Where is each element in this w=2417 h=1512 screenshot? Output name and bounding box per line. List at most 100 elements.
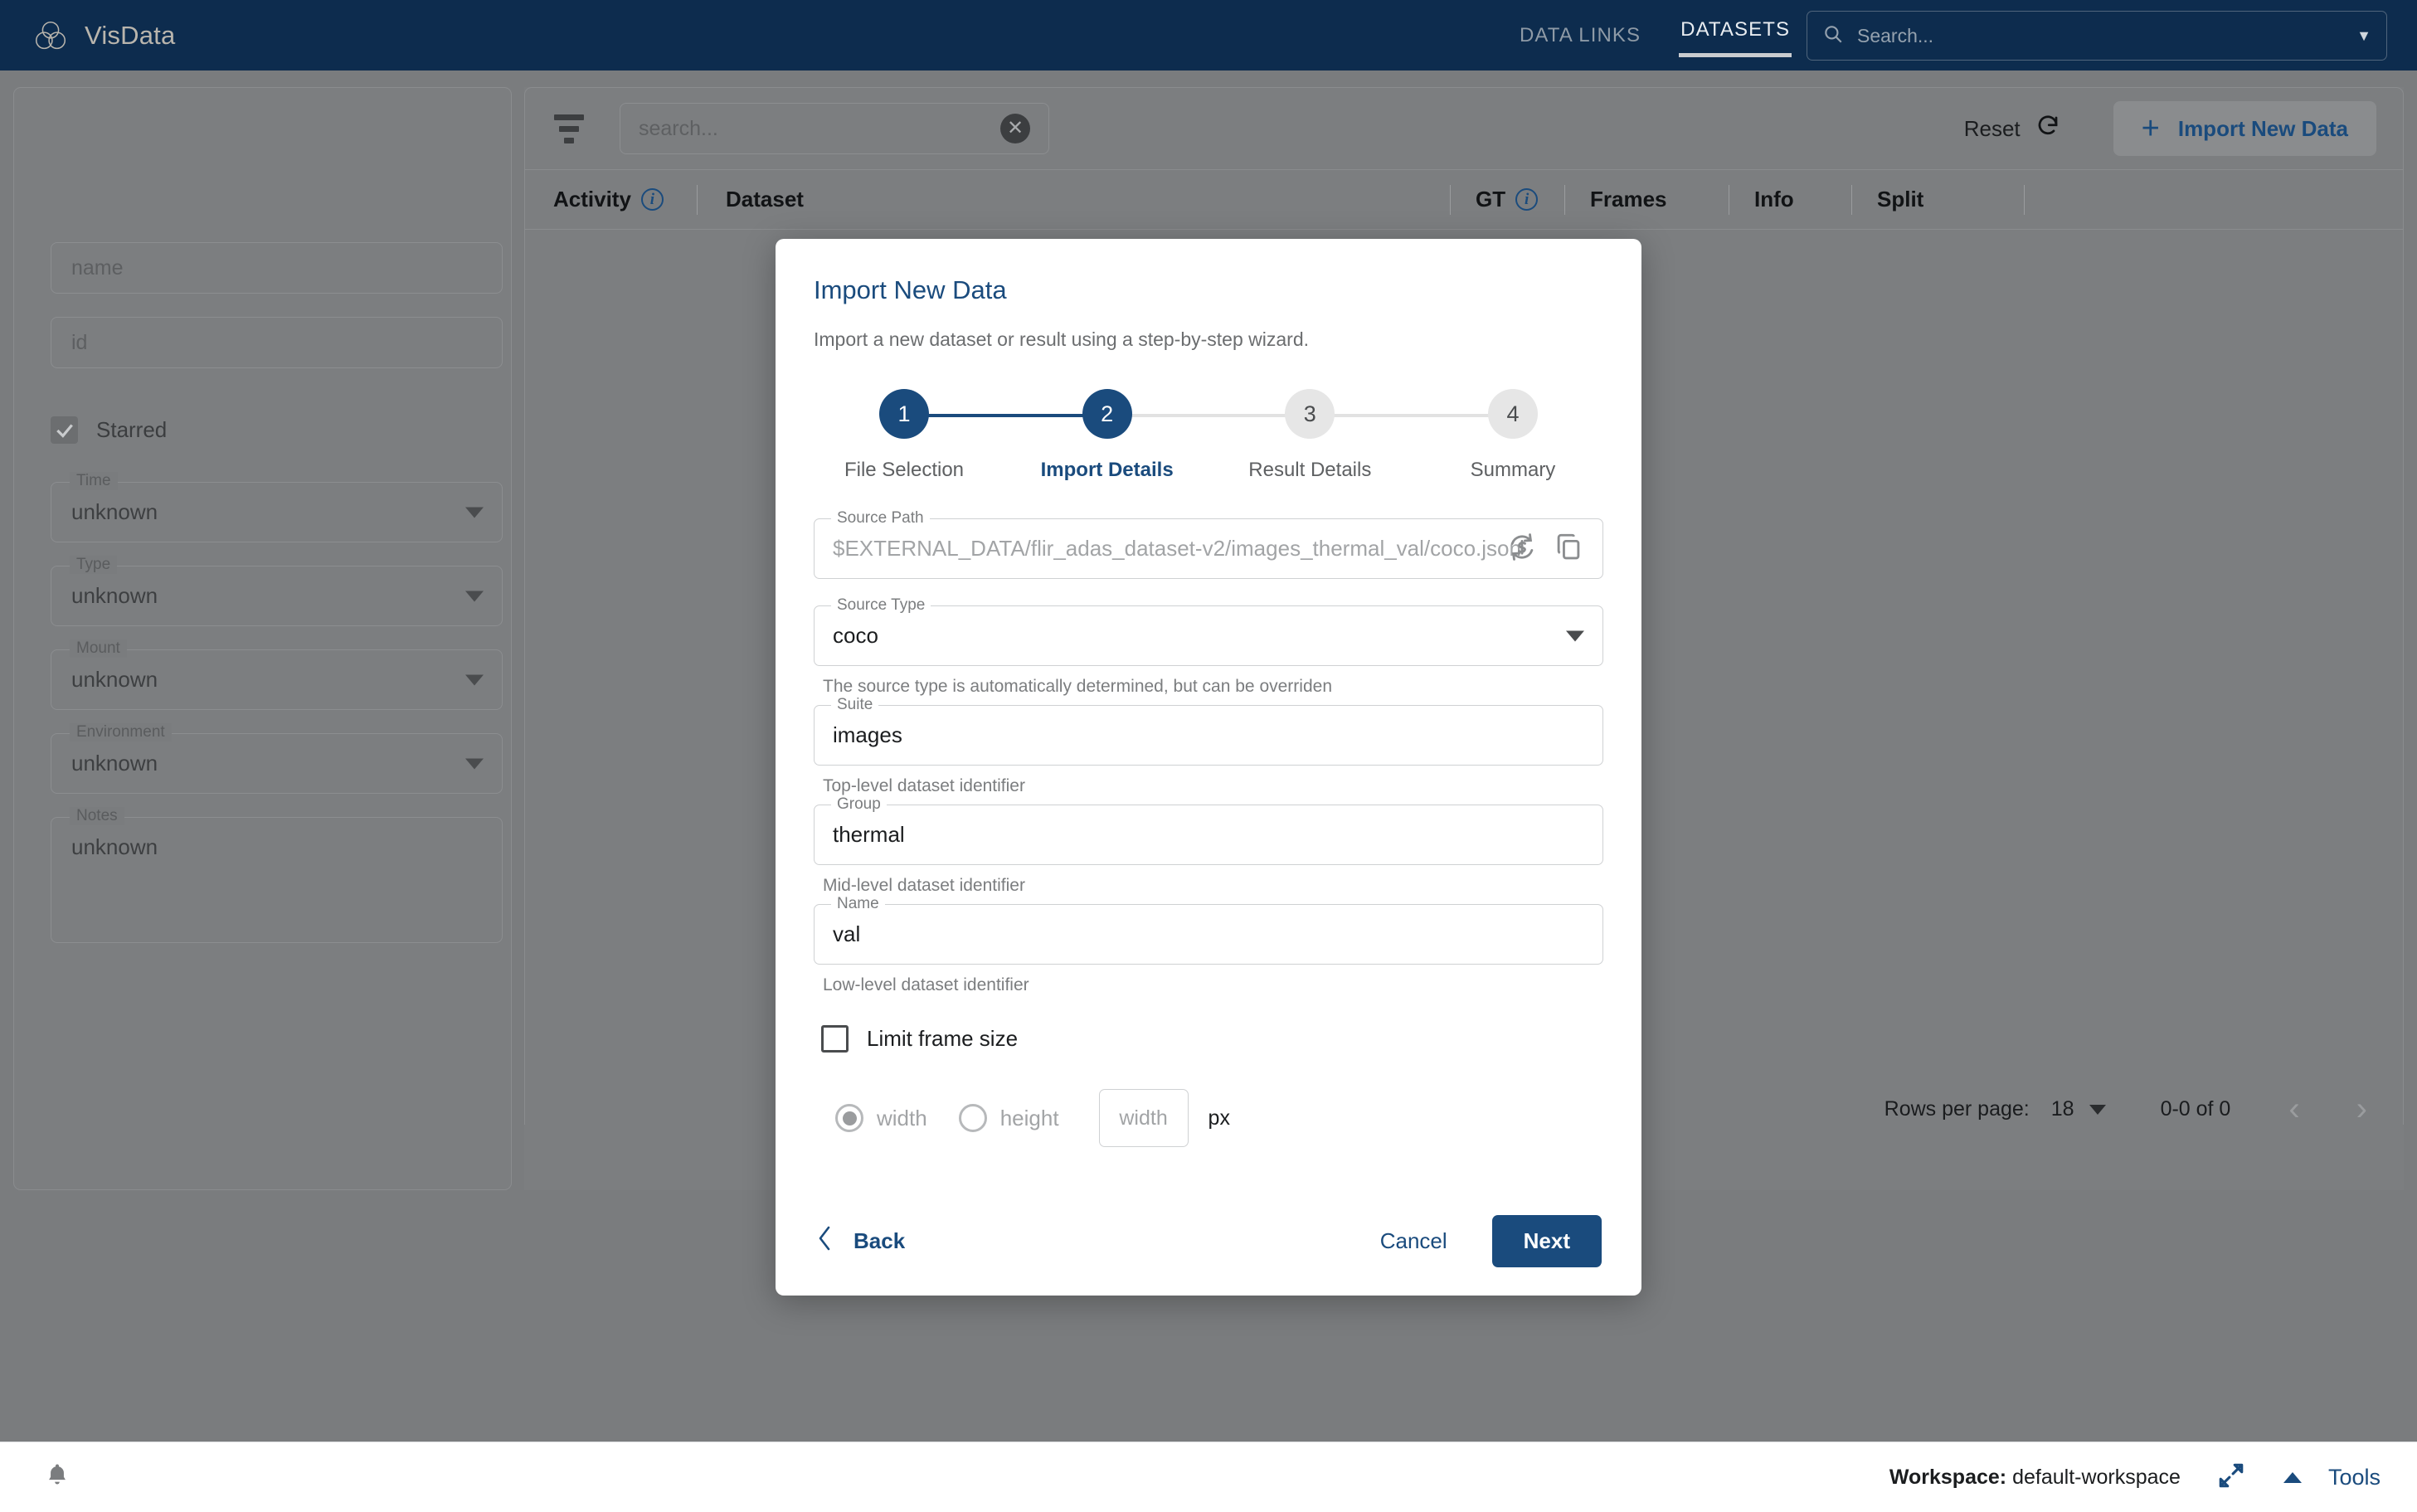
group-value: thermal [833, 822, 905, 847]
column-header-split-label: Split [1877, 187, 1924, 211]
filter-notes-textarea[interactable]: Notes unknown [51, 807, 503, 943]
filter-starred-checkbox[interactable]: Starred [51, 416, 474, 444]
chevron-down-icon [465, 758, 484, 769]
frame-size-input[interactable]: width [1098, 1089, 1189, 1147]
source-type-value: coco [833, 623, 878, 648]
import-new-data-label: Import New Data [2177, 115, 2348, 141]
source-path-field[interactable]: Source Path $EXTERNAL_DATA/flir_adas_dat… [814, 509, 1603, 579]
wizard-step-result-details[interactable]: 3 Result Details [1247, 389, 1372, 482]
bell-icon[interactable] [43, 1461, 71, 1494]
chevron-right-icon[interactable]: › [2356, 1091, 2367, 1128]
wizard-step-import-details[interactable]: 2 Import Details [1041, 389, 1174, 482]
expand-diagonal-icon[interactable] [2217, 1461, 2245, 1494]
filter-mount-legend: Mount [70, 639, 127, 658]
chevron-left-icon[interactable]: ‹ [2288, 1091, 2299, 1128]
name-value: val [833, 921, 861, 946]
filter-icon[interactable] [553, 114, 585, 143]
nav-link-data-links[interactable]: DATA LINKS [1518, 19, 1642, 52]
column-divider [2018, 170, 2025, 229]
column-header-split[interactable]: Split [1852, 170, 2018, 229]
column-header-info[interactable]: Info [1729, 170, 1846, 229]
clear-circle-icon[interactable]: ✕ [1000, 114, 1030, 143]
radio-unselected-icon [958, 1104, 987, 1132]
info-icon[interactable]: i [1515, 188, 1539, 211]
rows-per-page-value: 18 [2050, 1097, 2074, 1121]
app-root: VisData DATA LINKS DATASETS Search... ▼ … [0, 0, 2417, 1512]
filter-notes-value: unknown [71, 834, 158, 859]
chevron-up-icon[interactable] [2283, 1471, 2302, 1483]
chevron-down-icon [465, 507, 484, 518]
tools-button[interactable]: Tools [2328, 1465, 2381, 1490]
substitute-variable-icon[interactable] [1506, 531, 1538, 566]
step-number-2: 2 [1082, 389, 1132, 439]
filter-type-select[interactable]: Type unknown [51, 556, 503, 626]
filter-mount-value: unknown [71, 667, 158, 692]
refresh-icon [2035, 114, 2060, 144]
pagination-range: 0-0 of 0 [2160, 1097, 2231, 1121]
filter-notes-legend: Notes [70, 807, 124, 825]
column-header-frames[interactable]: Frames [1565, 170, 1723, 229]
brand[interactable]: VisData [32, 17, 175, 55]
frame-size-unit: px [1208, 1106, 1230, 1130]
radio-width-label: width [877, 1105, 927, 1130]
filter-mount-select[interactable]: Mount unknown [51, 639, 503, 710]
workspace-status: Workspace: default-workspace [1889, 1466, 2181, 1490]
import-new-data-button[interactable]: + Import New Data [2113, 101, 2376, 156]
limit-frame-size-checkbox[interactable]: Limit frame size [821, 1025, 1603, 1053]
status-right: Workspace: default-workspace Tools [1889, 1461, 2381, 1494]
workspace-value: default-workspace [2012, 1465, 2181, 1489]
name-input[interactable]: Name val [814, 895, 1603, 965]
wizard-steps: 1 File Selection 2 Import Details 3 Resu… [824, 389, 1593, 482]
filter-type-value: unknown [71, 583, 158, 608]
nav-link-datasets[interactable]: DATASETS [1679, 13, 1792, 57]
wizard-step-summary[interactable]: 4 Summary [1451, 389, 1575, 482]
nav-links: DATA LINKS DATASETS [1518, 0, 1792, 70]
group-legend: Group [831, 795, 887, 814]
filter-name-input[interactable]: name [51, 242, 503, 294]
suite-value: images [833, 722, 902, 747]
chevron-down-icon [1566, 630, 1584, 641]
chevron-down-icon [2089, 1104, 2106, 1115]
dimension-row: width height width px [835, 1089, 1603, 1147]
wizard-step-file-selection[interactable]: 1 File Selection [842, 389, 966, 482]
column-header-dataset[interactable]: Dataset [698, 170, 971, 229]
chevron-left-icon [815, 1224, 835, 1258]
filter-environment-legend: Environment [70, 723, 172, 741]
next-button[interactable]: Next [1491, 1215, 1602, 1267]
source-path-actions [1506, 531, 1584, 566]
table-header-row: Activity i Dataset GT i Frames Info Spli… [524, 170, 2404, 230]
filter-id-input[interactable]: id [51, 317, 503, 368]
status-bar: Workspace: default-workspace Tools [0, 1442, 2417, 1512]
filter-time-select[interactable]: Time unknown [51, 472, 503, 542]
source-type-select[interactable]: Source Type coco [814, 596, 1603, 666]
info-icon[interactable]: i [640, 188, 664, 211]
chevron-down-icon [465, 674, 484, 685]
frame-size-placeholder: width [1119, 1106, 1168, 1130]
back-button[interactable]: Back [815, 1224, 905, 1258]
suite-input[interactable]: Suite images [814, 696, 1603, 766]
column-header-gt[interactable]: GT i [1451, 170, 1559, 229]
radio-height[interactable]: height [958, 1104, 1059, 1132]
cancel-button[interactable]: Cancel [1364, 1218, 1464, 1264]
step-label-file-selection: File Selection [844, 459, 965, 481]
column-divider [971, 170, 1451, 229]
search-icon [1822, 23, 1844, 49]
column-header-activity[interactable]: Activity i [525, 170, 691, 229]
chevron-down-icon[interactable]: ▼ [2356, 27, 2371, 45]
column-header-info-label: Info [1754, 187, 1794, 211]
group-input[interactable]: Group thermal [814, 795, 1603, 865]
radio-selected-icon [835, 1104, 863, 1132]
copy-icon[interactable] [1553, 531, 1584, 566]
back-label: Back [853, 1228, 906, 1253]
filter-id-placeholder: id [71, 330, 88, 354]
filter-time-legend: Time [70, 472, 118, 490]
filter-environment-select[interactable]: Environment unknown [51, 723, 503, 794]
reset-button[interactable]: Reset [1948, 104, 2077, 154]
dialog-header: Import New Data Import a new dataset or … [776, 239, 1641, 497]
global-search-box[interactable]: Search... ▼ [1807, 11, 2387, 61]
rows-per-page-select[interactable]: 18 [2051, 1097, 2106, 1121]
dataset-search-input[interactable]: search... ✕ [620, 103, 1049, 154]
filter-environment-value: unknown [71, 751, 158, 775]
radio-width[interactable]: width [835, 1104, 927, 1132]
pagination-nav: ‹ › [2288, 1091, 2367, 1128]
